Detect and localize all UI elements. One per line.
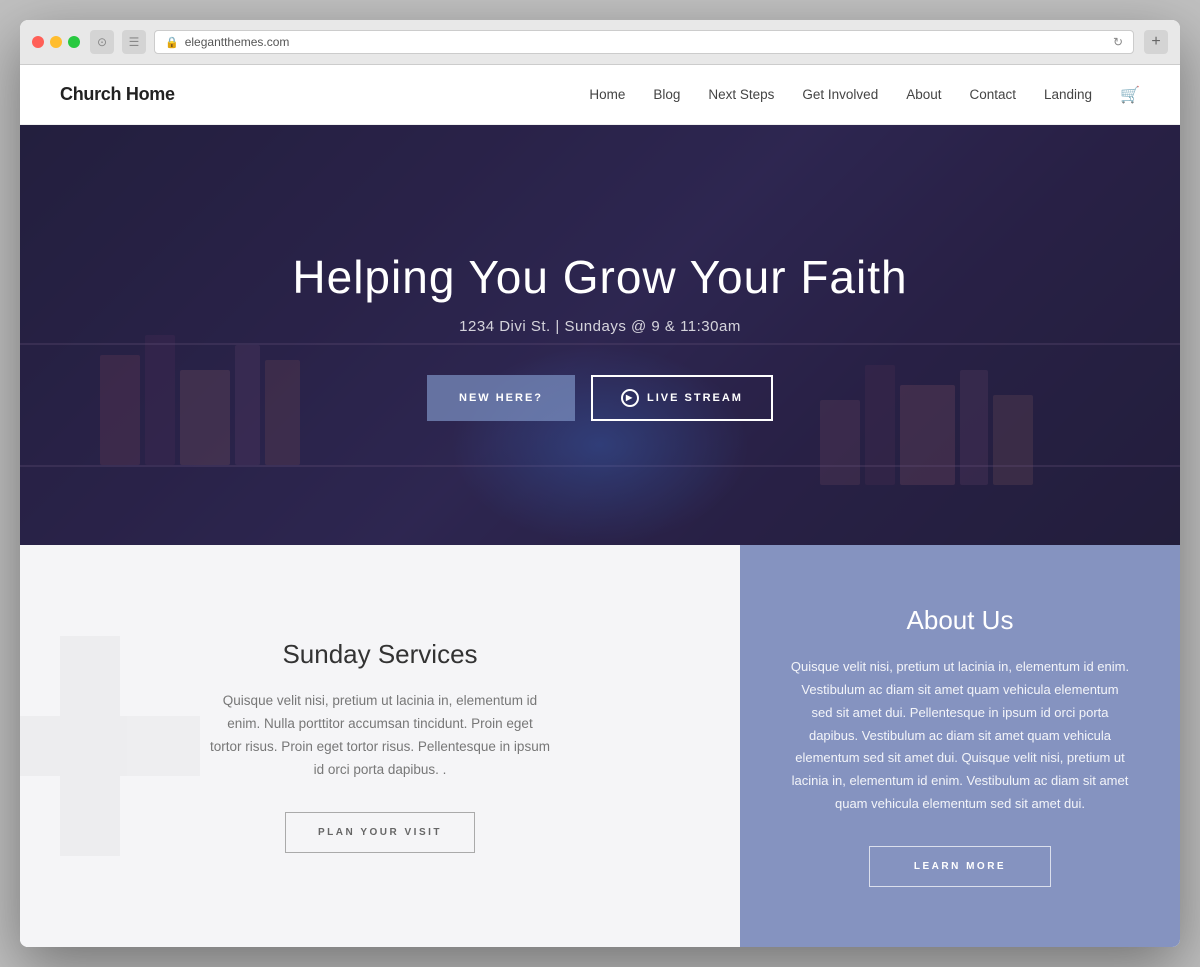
nav-bar: Church Home Home Blog Next Steps Get Inv… — [20, 65, 1180, 125]
sunday-services-section: Sunday Services Quisque velit nisi, pret… — [20, 545, 740, 946]
hero-subtitle: 1234 Divi St. | Sundays @ 9 & 11:30am — [292, 318, 907, 335]
hero-content: Helping You Grow Your Faith 1234 Divi St… — [292, 250, 907, 421]
refresh-icon[interactable]: ↻ — [1113, 35, 1123, 49]
minimize-button[interactable] — [50, 36, 62, 48]
nav-item-landing[interactable]: Landing — [1044, 87, 1092, 102]
about-us-title: About Us — [907, 605, 1014, 636]
about-us-text: Quisque velit nisi, pretium ut lacinia i… — [790, 656, 1130, 815]
live-stream-button[interactable]: ▶ LIVE STREAM — [591, 375, 773, 421]
traffic-lights — [32, 36, 80, 48]
nav-item-blog[interactable]: Blog — [653, 87, 680, 102]
browser-toolbar: ⊙ ☰ 🔒 elegantthemes.com ↻ — [90, 30, 1134, 54]
url-text: elegantthemes.com — [185, 35, 290, 49]
privacy-icon[interactable]: ⊙ — [90, 30, 114, 54]
reader-icon[interactable]: ☰ — [122, 30, 146, 54]
hero-title: Helping You Grow Your Faith — [292, 250, 907, 304]
sunday-services-text: Quisque velit nisi, pretium ut lacinia i… — [210, 690, 550, 782]
play-icon: ▶ — [621, 389, 639, 407]
nav-item-contact[interactable]: Contact — [969, 87, 1016, 102]
live-stream-label: LIVE STREAM — [647, 392, 743, 404]
browser-window: ⊙ ☰ 🔒 elegantthemes.com ↻ + Church Home … — [20, 20, 1180, 946]
hero-buttons: NEW HERE? ▶ LIVE STREAM — [292, 375, 907, 421]
plan-visit-button[interactable]: PLAN YOUR VISIT — [285, 812, 475, 853]
close-button[interactable] — [32, 36, 44, 48]
new-tab-button[interactable]: + — [1144, 30, 1168, 54]
nav-item-get-involved[interactable]: Get Involved — [802, 87, 878, 102]
nav-links: Home Blog Next Steps Get Involved About … — [589, 85, 1140, 105]
learn-more-button[interactable]: LEARN MORE — [869, 846, 1051, 887]
nav-item-home[interactable]: Home — [589, 87, 625, 102]
sections-row: Sunday Services Quisque velit nisi, pret… — [20, 545, 1180, 946]
cart-icon[interactable]: 🛒 — [1120, 85, 1140, 105]
browser-chrome: ⊙ ☰ 🔒 elegantthemes.com ↻ + — [20, 20, 1180, 65]
address-bar[interactable]: 🔒 elegantthemes.com ↻ — [154, 30, 1134, 54]
maximize-button[interactable] — [68, 36, 80, 48]
about-us-section: About Us Quisque velit nisi, pretium ut … — [740, 545, 1180, 946]
sunday-services-title: Sunday Services — [282, 639, 477, 670]
site-logo[interactable]: Church Home — [60, 84, 175, 105]
nav-item-next-steps[interactable]: Next Steps — [708, 87, 774, 102]
new-here-button[interactable]: NEW HERE? — [427, 375, 575, 421]
hero-section: Helping You Grow Your Faith 1234 Divi St… — [20, 125, 1180, 545]
ssl-lock-icon: 🔒 — [165, 36, 179, 49]
nav-item-about[interactable]: About — [906, 87, 941, 102]
website-content: Church Home Home Blog Next Steps Get Inv… — [20, 65, 1180, 946]
decorative-cross — [20, 636, 200, 856]
